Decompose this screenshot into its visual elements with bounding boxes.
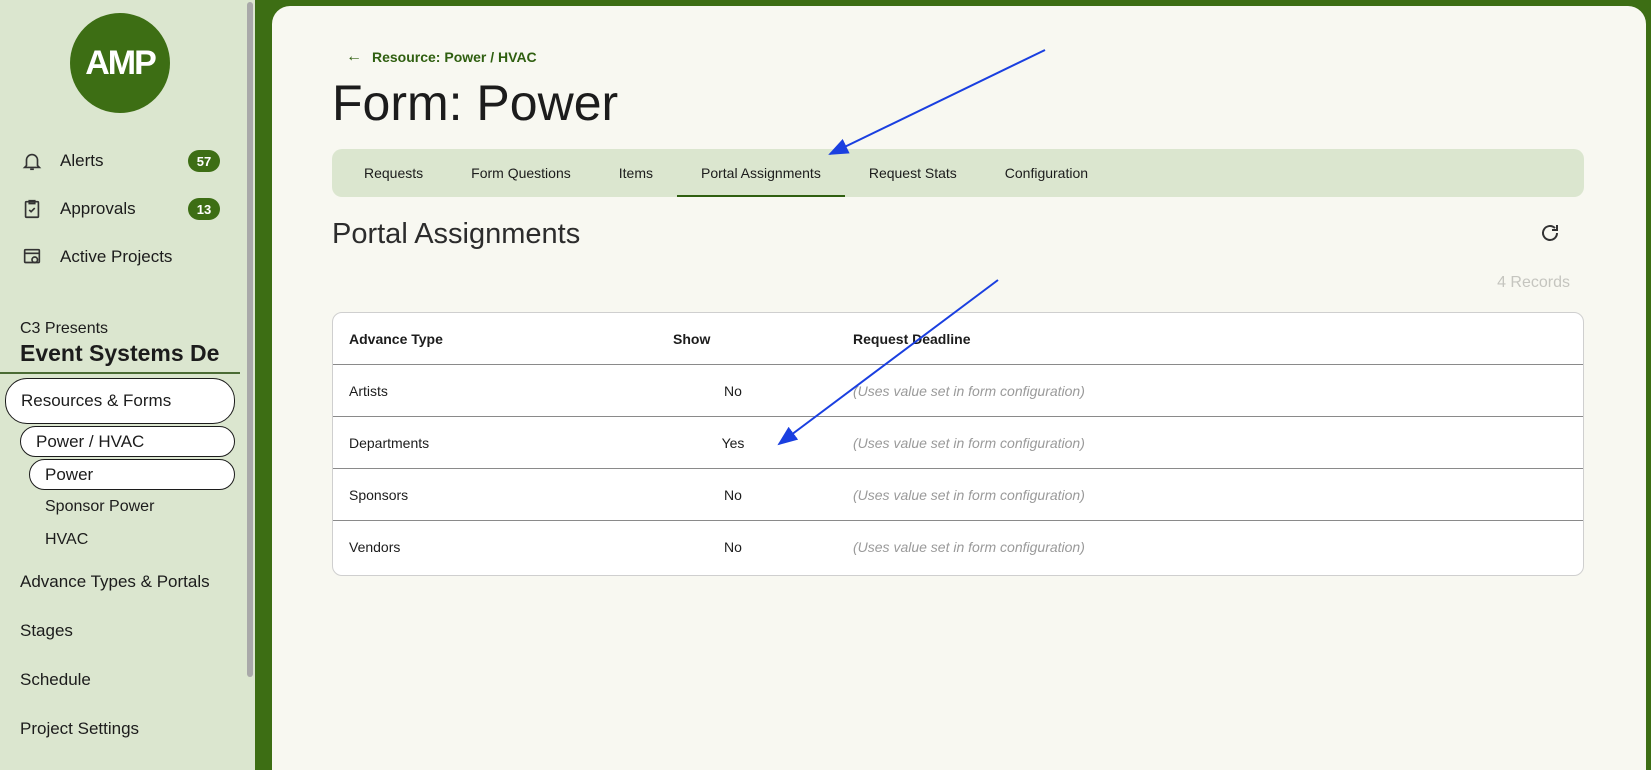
breadcrumb[interactable]: ← Resource: Power / HVAC [346,48,537,66]
nav-active-projects[interactable]: Active Projects [20,239,172,275]
table-row[interactable]: Vendors No (Uses value set in form confi… [333,521,1583,573]
portal-assignments-table: Advance Type Show Request Deadline Artis… [332,312,1584,576]
nav-approvals[interactable]: Approvals [20,191,136,227]
nav-advance-types-portals[interactable]: Advance Types & Portals [20,572,210,592]
row-advance-type: Artists [349,383,388,399]
breadcrumb-label: Resource: Power / HVAC [372,49,537,65]
row-show: No [724,539,742,555]
row-deadline: (Uses value set in form configuration) [853,487,1085,503]
section-title: Portal Assignments [332,218,581,250]
nav-sponsor-power[interactable]: Sponsor Power [45,498,154,516]
row-advance-type: Vendors [349,539,401,555]
row-show: Yes [721,435,745,451]
clipboard-check-icon [20,197,44,221]
nav-power[interactable]: Power [29,459,235,490]
row-deadline: (Uses value set in form configuration) [853,383,1085,399]
logo-text: AMP [85,43,157,82]
header-request-deadline: Request Deadline [853,331,971,347]
nav-project-settings[interactable]: Project Settings [20,719,139,739]
header-show: Show [673,331,711,347]
org-name: C3 Presents [20,320,109,337]
row-advance-type: Departments [349,435,430,451]
scrollbar-thumb[interactable] [247,2,253,677]
nav-resources-forms-label: Resources & Forms [21,391,172,410]
tab-portal-assignments[interactable]: Portal Assignments [676,149,845,197]
records-count: 4 Records [1497,274,1570,291]
tab-request-stats[interactable]: Request Stats [845,149,981,197]
project-view-icon [20,245,44,269]
nav-resources-forms[interactable]: Resources & Forms [5,378,235,424]
nav-hvac[interactable]: HVAC [45,531,88,549]
alerts-count-badge: 57 [188,150,220,172]
page-title: Form: Power [332,75,619,131]
nav-active-projects-label: Active Projects [60,247,173,266]
row-deadline: (Uses value set in form configuration) [853,435,1085,451]
nav-alerts[interactable]: Alerts [20,143,103,179]
table-row[interactable]: Sponsors No (Uses value set in form conf… [333,469,1583,521]
tab-bar: Requests Form Questions Items Portal Ass… [332,149,1584,197]
table-header-row: Advance Type Show Request Deadline [333,313,1583,365]
amp-logo[interactable]: AMP [70,13,170,113]
row-show: No [724,383,742,399]
main-content: ← Resource: Power / HVAC Form: Power Req… [272,6,1646,770]
bell-icon [20,149,44,173]
nav-power-label: Power [45,464,94,484]
row-deadline: (Uses value set in form configuration) [853,539,1085,555]
tab-items[interactable]: Items [595,149,677,197]
tab-configuration[interactable]: Configuration [981,149,1112,197]
divider [0,372,240,374]
nav-stages[interactable]: Stages [20,621,73,641]
nav-approvals-label: Approvals [60,199,136,218]
sidebar: AMP Alerts 57 Approvals 13 Active Projec… [0,0,255,770]
project-title: Event Systems De [20,340,220,366]
header-advance-type: Advance Type [349,331,443,347]
refresh-icon[interactable] [1538,221,1564,247]
nav-power-hvac-label: Power / HVAC [36,431,145,451]
nav-alerts-label: Alerts [60,151,104,170]
tab-requests[interactable]: Requests [340,149,447,197]
approvals-count-badge: 13 [188,198,220,220]
nav-power-hvac[interactable]: Power / HVAC [20,426,235,457]
table-row[interactable]: Departments Yes (Uses value set in form … [333,417,1583,469]
table-row[interactable]: Artists No (Uses value set in form confi… [333,365,1583,417]
row-show: No [724,487,742,503]
arrow-left-icon: ← [346,48,362,65]
sidebar-scrollbar[interactable] [244,0,255,770]
tab-form-questions[interactable]: Form Questions [447,149,595,197]
row-advance-type: Sponsors [349,487,409,503]
nav-schedule[interactable]: Schedule [20,670,91,690]
